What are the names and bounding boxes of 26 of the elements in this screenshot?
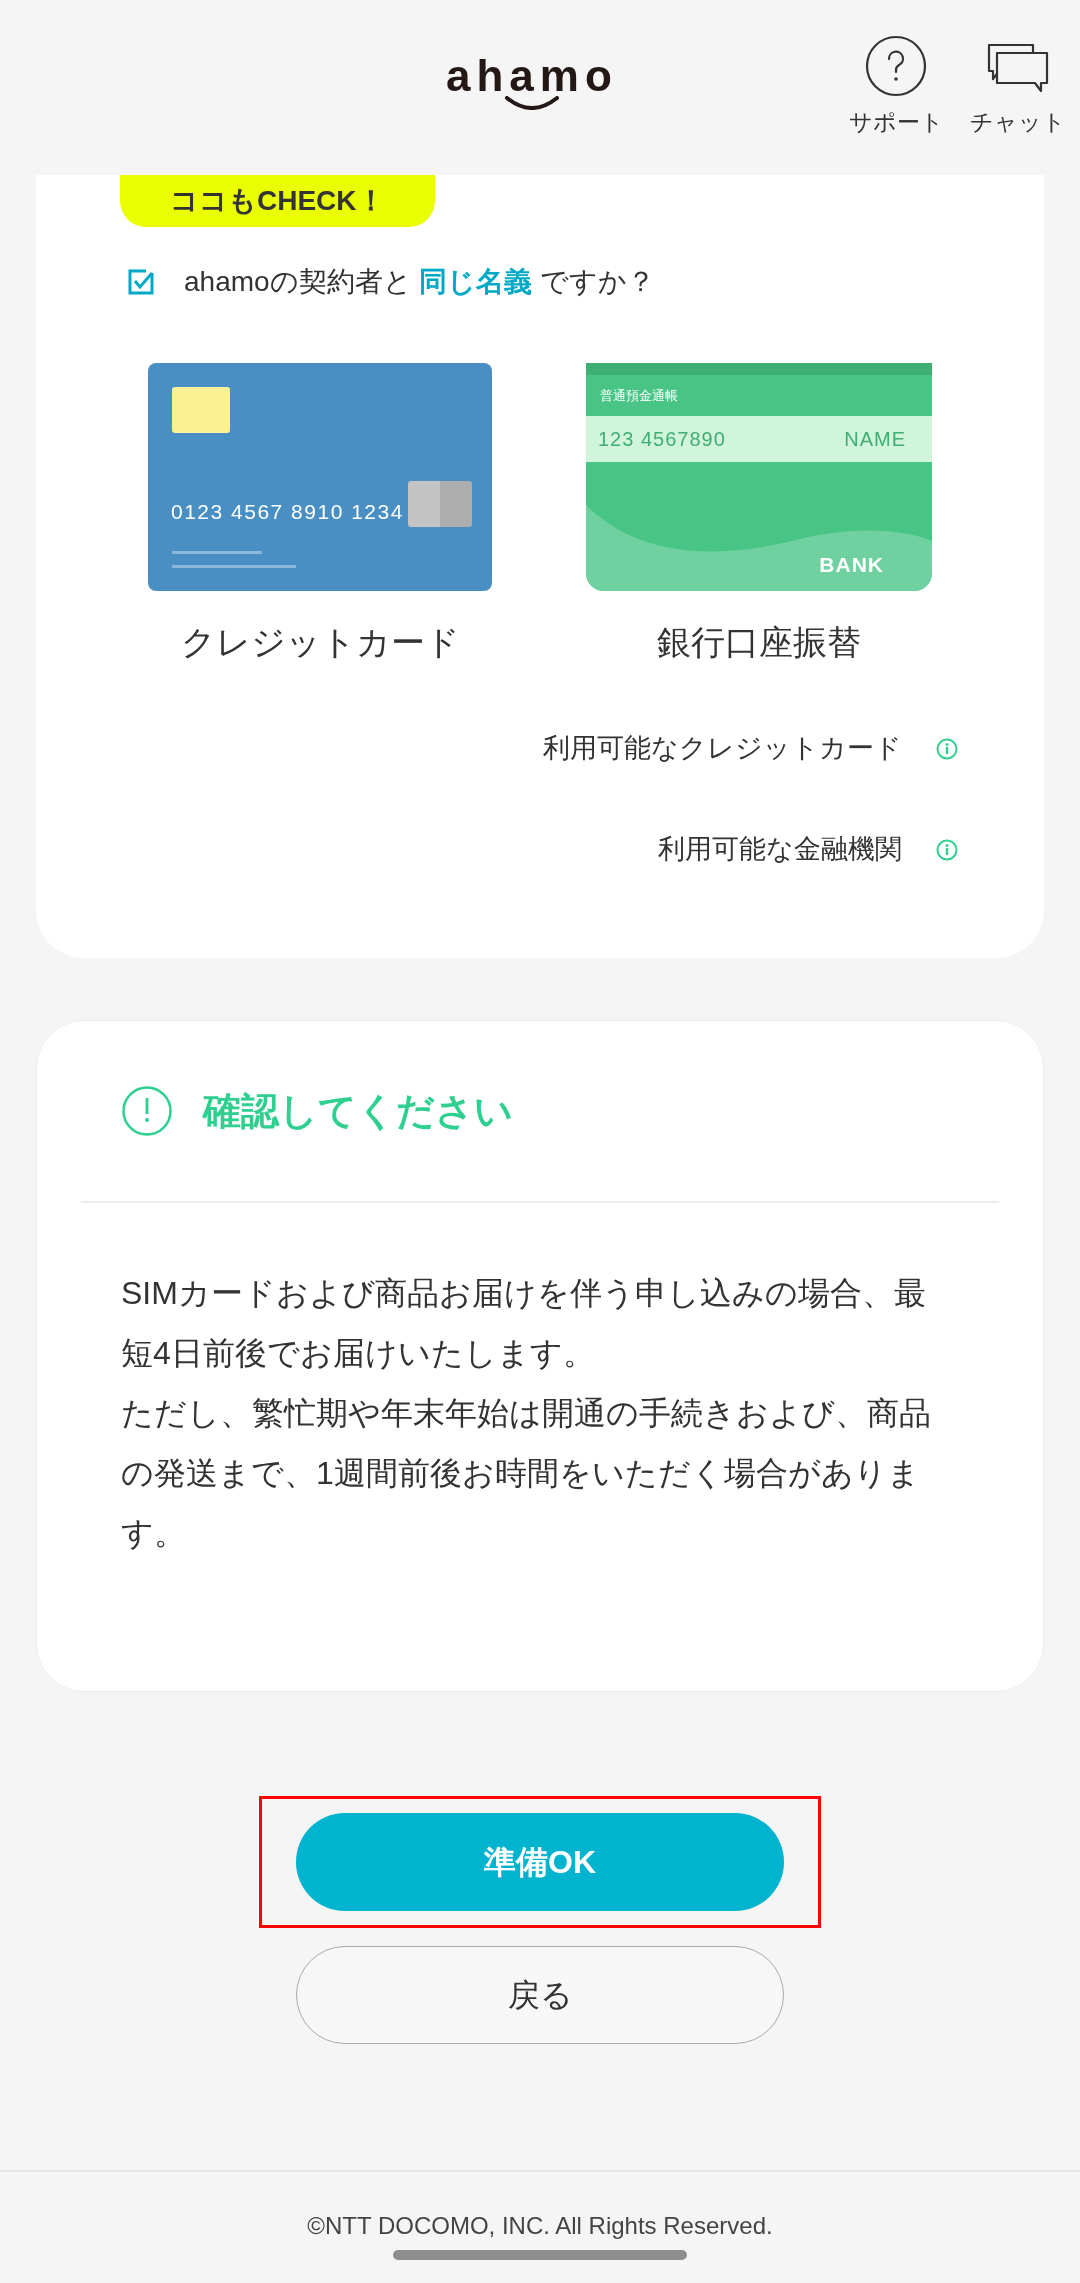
card-chip	[172, 387, 230, 433]
copyright-text: ©NTT DOCOMO, INC. All Rights Reserved.	[307, 2214, 773, 2238]
notice-paragraph: SIMカードおよび商品お届けを伴う申し込みの場合、最短4日前後でお届けいたします。	[121, 1274, 927, 1373]
check-badge: ココもCHECK！	[120, 175, 435, 227]
notice-paragraph: ただし、繁忙期や年末年始は開通の手続きおよび、商品の発送まで、1週間前後お時間をいただく場合があります。	[121, 1394, 932, 1553]
info-link[interactable]: 利用可能な金融機関	[658, 836, 958, 863]
alert-icon	[121, 1085, 173, 1137]
info-link[interactable]: 利用可能なクレジットカード	[543, 735, 958, 762]
notice-title: 確認してください	[203, 1088, 513, 1134]
help-icon	[865, 35, 927, 98]
card-number: 0123 4567 8910 1234	[171, 501, 404, 522]
info-icon	[936, 838, 958, 861]
payment-method-label: 銀行口座振替	[657, 625, 861, 659]
account-name: NAME	[844, 427, 906, 452]
back-button[interactable]: 戻る	[296, 1946, 784, 2044]
info-icon	[936, 737, 958, 760]
payment-method-label: クレジットカード	[180, 625, 460, 659]
checklist-text: ahamoの契約者と 同じ名義 ですか？	[184, 265, 656, 299]
smile-icon	[504, 96, 559, 110]
card-hologram	[408, 481, 472, 527]
ahamo-logo[interactable]: ahamo	[446, 54, 618, 98]
header-action-button[interactable]: チャット	[970, 41, 1066, 140]
bank-label: BANK	[819, 554, 884, 575]
header-action-button[interactable]: サポート	[848, 35, 944, 140]
bankbook-title: 普通預金通帳	[600, 389, 678, 402]
account-number: 123 4567890	[598, 427, 726, 452]
